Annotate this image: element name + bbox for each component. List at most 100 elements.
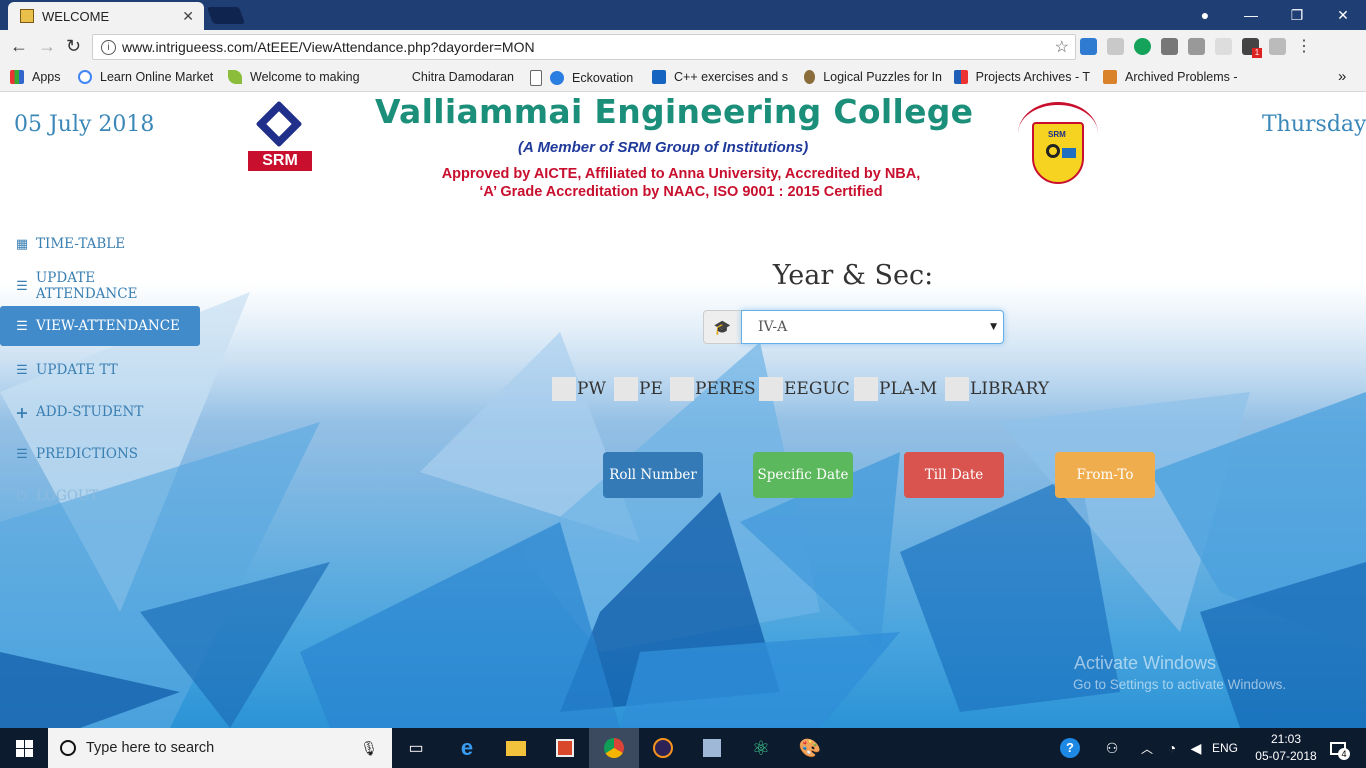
extension-icon-1[interactable] [1080, 38, 1097, 55]
taskbar-search-box[interactable]: Type here to search 🎙 [48, 728, 392, 768]
subject-option-pla-m[interactable]: PLA-M [854, 377, 937, 401]
bookmark-item[interactable]: Learn Online Market [78, 70, 214, 84]
new-tab-button[interactable] [206, 7, 246, 24]
menu-kebab-icon[interactable]: ⋮ [1296, 38, 1312, 55]
college-name: Valliammai Engineering College [375, 92, 974, 131]
bookmark-item[interactable]: Archived Problems - [1103, 70, 1243, 84]
people-icon[interactable]: ⚇ [1098, 734, 1126, 762]
minimize-button[interactable]: — [1228, 7, 1274, 23]
bookmark-item[interactable]: Eckovation [530, 70, 642, 86]
activate-windows-subtitle: Go to Settings to activate Windows. [1073, 677, 1287, 692]
address-bar[interactable]: i www.intrigueess.com/AtEEE/ViewAttendan… [92, 34, 1076, 60]
bookmark-item[interactable]: Chitra Damodaran [394, 70, 514, 84]
forward-arrow-icon[interactable]: → [38, 36, 56, 57]
subject-option-pw[interactable]: PW [552, 377, 606, 401]
eckovation-icon [550, 71, 564, 85]
sidebar-item-time-table[interactable]: ▦ TIME-TABLE [0, 224, 200, 264]
site-info-icon[interactable]: i [101, 39, 116, 55]
apps-grid-icon [10, 70, 24, 84]
notification-extension-icon[interactable]: 1 [1242, 38, 1262, 58]
eclipse-icon[interactable] [649, 734, 677, 762]
bookmark-star-icon[interactable]: ☆ [1055, 37, 1069, 57]
extension-icon-2[interactable] [1107, 38, 1124, 55]
year-section-select[interactable]: IV-A ▼ [741, 310, 1004, 344]
subject-option-peres[interactable]: PERES [670, 377, 756, 401]
srm-logo: SRM [246, 99, 314, 173]
language-indicator[interactable]: ENG [1210, 734, 1240, 762]
php-extension-icon[interactable] [1215, 38, 1232, 55]
blank-icon [394, 70, 404, 84]
browser-toolbar: ← → ↻ i www.intrigueess.com/AtEEE/ViewAt… [0, 30, 1366, 64]
sidebar-item-add-student[interactable]: + ADD-STUDENT [0, 392, 200, 432]
microphone-icon[interactable]: 🎙 [360, 740, 378, 757]
checkbox[interactable] [670, 377, 694, 401]
sidebar-item-logout[interactable]: ⏻ LOGOUT [0, 476, 200, 516]
clock-time[interactable]: 21:03 [1262, 732, 1310, 746]
address-url[interactable]: www.intrigueess.com/AtEEE/ViewAttendance… [122, 39, 1055, 55]
action-center-icon[interactable]: 4 [1324, 734, 1352, 762]
extension-icon-8[interactable] [1269, 38, 1286, 55]
current-day: Thursday [1262, 112, 1366, 137]
plus-icon: + [15, 402, 29, 422]
list-icon: ☰ [16, 318, 28, 334]
subject-option-eeguc[interactable]: EEGUC [759, 377, 850, 401]
list-icon: ☰ [16, 446, 28, 462]
checkbox[interactable] [854, 377, 878, 401]
sidebar-item-update-tt[interactable]: ☰ UPDATE TT [0, 350, 200, 390]
sidebar-item-view-attendance[interactable]: ☰ VIEW-ATTENDANCE [0, 306, 200, 346]
atom-icon[interactable]: ⚛ [747, 734, 775, 762]
show-hidden-icons-chevron-icon[interactable]: ︿ [1133, 734, 1161, 762]
eye-extension-icon[interactable] [1161, 38, 1178, 55]
subject-option-library[interactable]: LIBRARY [945, 377, 1049, 401]
close-window-button[interactable]: ✕ [1320, 7, 1366, 24]
paint-icon[interactable]: 🎨 [796, 734, 824, 762]
reload-icon[interactable]: ↻ [66, 36, 81, 57]
chrome-icon[interactable] [600, 734, 628, 762]
tab-title: WELCOME [42, 8, 110, 24]
cortana-icon [60, 740, 76, 756]
app-icon[interactable] [551, 734, 579, 762]
from-to-button[interactable]: From-To [1055, 452, 1155, 498]
bookmarks-overflow-button[interactable]: » [1338, 68, 1346, 85]
bookmark-item[interactable]: C++ exercises and s [652, 70, 788, 84]
task-view-icon[interactable]: ▭ [402, 734, 430, 762]
bookmark-item[interactable]: Logical Puzzles for In [804, 70, 942, 84]
virtualbox-icon[interactable] [698, 734, 726, 762]
checkbox[interactable] [945, 377, 969, 401]
sidebar-item-predictions[interactable]: ☰ PREDICTIONS [0, 434, 200, 474]
pdf-extension-icon[interactable] [1188, 38, 1205, 55]
sidebar-item-update-attendance[interactable]: ☰ UPDATE ATTENDANCE [0, 266, 200, 306]
checkbox[interactable] [614, 377, 638, 401]
srm-logo-text: SRM [248, 151, 312, 171]
browser-tab[interactable]: WELCOME ✕ [8, 2, 204, 30]
checkbox[interactable] [759, 377, 783, 401]
edge-icon[interactable]: e [453, 734, 481, 762]
bookmark-item[interactable]: Projects Archives - T [954, 70, 1090, 84]
bookmark-item[interactable]: Welcome to making [228, 70, 362, 84]
subject-option-pe[interactable]: PE [614, 377, 663, 401]
tab-close-icon[interactable]: ✕ [182, 8, 194, 25]
help-icon[interactable]: ? [1056, 734, 1084, 762]
calendar-icon: ▦ [15, 236, 29, 252]
till-date-button[interactable]: Till Date [904, 452, 1004, 498]
checkbox[interactable] [552, 377, 576, 401]
clock-date[interactable]: 05-07-2018 [1250, 749, 1322, 763]
back-arrow-icon[interactable]: ← [10, 36, 28, 57]
roll-number-button[interactable]: Roll Number [603, 452, 703, 498]
start-button[interactable] [0, 728, 48, 768]
page-content: 05 July 2018 Thursday SRM Valliammai Eng… [0, 92, 1366, 728]
extension-badge: 1 [1252, 48, 1262, 58]
approval-line-1: Approved by AICTE, Affiliated to Anna Un… [441, 166, 921, 182]
profile-icon[interactable]: ● [1182, 7, 1228, 23]
specific-date-button[interactable]: Specific Date [753, 452, 853, 498]
google-icon [78, 70, 92, 84]
restore-button[interactable]: ❐ [1274, 7, 1320, 24]
volume-icon[interactable]: ◀ [1182, 734, 1210, 762]
approval-line-2: ‘A’ Grade Accreditation by NAAC, ISO 900… [479, 184, 883, 200]
bookmark-apps[interactable]: Apps [10, 70, 61, 84]
archived-icon [1103, 70, 1117, 84]
graduation-cap-icon: 🎓 [703, 310, 741, 344]
file-explorer-icon[interactable] [502, 734, 530, 762]
tab-favicon-icon [20, 9, 34, 23]
grammarly-icon[interactable] [1134, 38, 1151, 55]
